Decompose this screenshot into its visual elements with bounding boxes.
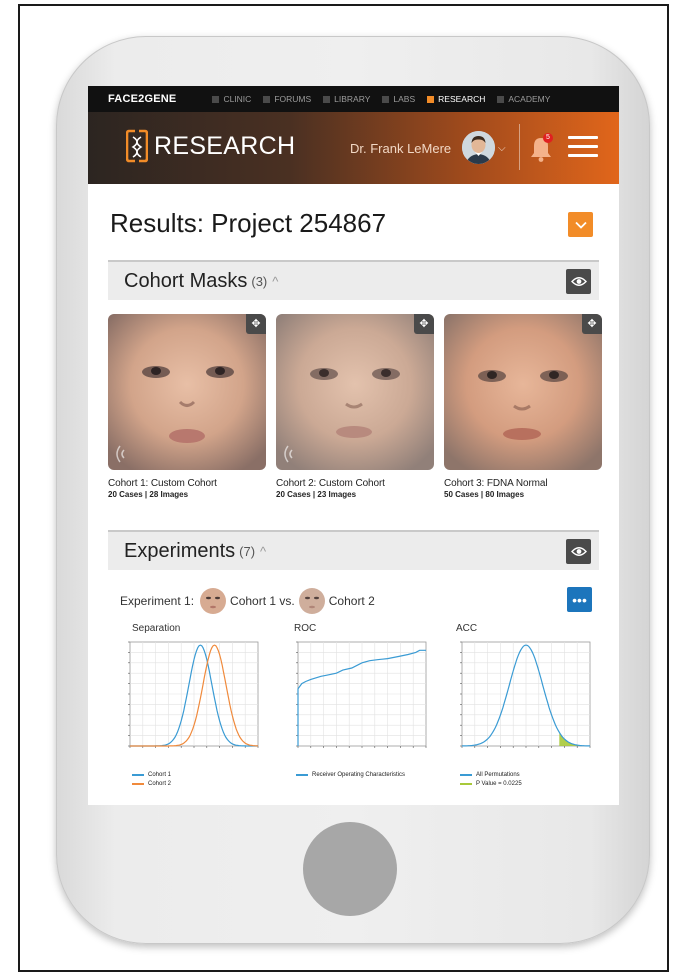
eye-toggle-button[interactable]: [566, 269, 591, 294]
nav-item-research[interactable]: RESEARCH: [427, 94, 485, 104]
header-divider: [519, 124, 520, 170]
chart-title: ACC: [456, 623, 478, 634]
legend-label: All Permutations: [476, 772, 520, 778]
nav-item-labs[interactable]: LABS: [382, 94, 415, 104]
legend-swatch: [296, 774, 308, 776]
move-icon[interactable]: ✥: [414, 314, 434, 334]
nav-label: LIBRARY: [334, 94, 371, 104]
cohort-masks-header[interactable]: Cohort Masks (3) ^: [108, 260, 599, 300]
acc-chart: [460, 641, 591, 748]
more-options-button[interactable]: •••: [567, 587, 592, 612]
legend-swatch: [132, 783, 144, 785]
project-dropdown-button[interactable]: [568, 212, 593, 237]
legend-item: Receiver Operating Characteristics: [296, 772, 405, 778]
cohort-thumbnail[interactable]: [200, 588, 227, 614]
cohort-meta: 20 Cases | 23 Images: [276, 490, 357, 499]
nav-item-academy[interactable]: ACADEMY: [497, 94, 550, 104]
nav-square-icon: [497, 95, 505, 103]
top-nav: FACE2GENE CLINIC FORUMS LIBRARY LABS RES…: [88, 86, 619, 112]
experiment-label: Experiment 1:: [120, 594, 195, 608]
move-icon[interactable]: ✥: [246, 314, 266, 334]
chevron-up-icon[interactable]: ^: [272, 274, 278, 289]
nav-square-icon: [382, 95, 390, 103]
avatar[interactable]: [462, 131, 495, 164]
cohort-name: Cohort 1: Custom Cohort: [108, 478, 217, 489]
cohort-card-1[interactable]: ✥ Cohort 1: Custom Cohort 20 Cases | 28 …: [108, 314, 266, 499]
cohort-name: Cohort 3: FDNA Normal: [444, 478, 548, 489]
face-thumbnail-image: [200, 588, 227, 614]
experiments-header[interactable]: Experiments (7) ^: [108, 530, 599, 570]
cohort-mask-image[interactable]: ✥: [444, 314, 602, 470]
cohort-thumbnail[interactable]: [298, 588, 325, 614]
move-icon[interactable]: ✥: [582, 314, 602, 334]
chart-title: ROC: [294, 623, 317, 634]
section-count: (7): [239, 543, 256, 559]
nav-square-icon: [212, 95, 220, 103]
home-button[interactable]: [303, 822, 397, 916]
legend-swatch: [132, 774, 144, 776]
page-title: Results: Project 254867: [110, 208, 387, 238]
brand-logo[interactable]: FACE2GENE: [108, 93, 176, 105]
nav-label: CLINIC: [223, 94, 252, 104]
research-logo-text: RESEARCH: [154, 132, 296, 160]
legend-item: All Permutations: [460, 772, 522, 778]
roc-legend: Receiver Operating Characteristics: [296, 772, 405, 781]
section-label: Cohort Masks: [124, 269, 248, 292]
doctor-name[interactable]: Dr. Frank LeMere: [350, 141, 451, 156]
eye-icon: [570, 277, 587, 286]
separation-legend: Cohort 1 Cohort 2: [132, 772, 171, 790]
cohort-mask-image[interactable]: ✥: [276, 314, 434, 470]
section-count: (3): [251, 273, 268, 289]
legend-item: Cohort 1: [132, 772, 171, 778]
legend-label: Cohort 2: [148, 781, 172, 787]
chevron-down-icon: [574, 221, 587, 229]
nav-square-icon: [263, 95, 271, 103]
nav-item-library[interactable]: LIBRARY: [323, 94, 370, 104]
cohort-meta: 20 Cases | 28 Images: [108, 490, 189, 499]
phone-screen: FACE2GENE CLINIC FORUMS LIBRARY LABS RES…: [88, 86, 619, 805]
cohort-meta: 50 Cases | 80 Images: [444, 490, 525, 499]
legend-item: Cohort 2: [132, 781, 171, 787]
cohort-name: Cohort 2: Custom Cohort: [276, 478, 385, 489]
cohort-card-3[interactable]: ✥ Cohort 3: FDNA Normal 50 Cases | 80 Im…: [444, 314, 602, 499]
avatar-photo: [462, 131, 495, 164]
nav-square-icon: [323, 95, 331, 103]
cohort-b-label: Cohort 2: [328, 594, 375, 608]
face-mask-image: [108, 314, 266, 470]
notification-badge: 5: [543, 133, 553, 143]
separation-chart: [128, 641, 259, 748]
legend-swatch: [460, 774, 472, 776]
chevron-down-icon[interactable]: ⌵: [498, 143, 506, 154]
eye-icon: [570, 547, 587, 556]
face2gene-logo-icon: [126, 129, 148, 163]
nav-label: LABS: [393, 94, 416, 104]
nav-label: RESEARCH: [438, 94, 486, 104]
nav-item-forums[interactable]: FORUMS: [263, 94, 311, 104]
legend-label: Receiver Operating Characteristics: [312, 772, 406, 778]
legend-item: P Value = 0.0225: [460, 781, 522, 787]
cohort-card-2[interactable]: ✥ Cohort 2: Custom Cohort 20 Cases | 23 …: [276, 314, 434, 499]
nav-label: ACADEMY: [508, 94, 551, 104]
chart-title: Separation: [132, 623, 181, 634]
legend-swatch: [460, 783, 472, 785]
face-thumbnail-image: [298, 588, 325, 614]
face-mask-image: [276, 314, 434, 470]
section-label: Experiments: [124, 539, 236, 562]
face-mask-image: [444, 314, 602, 470]
legend-label: Cohort 1: [148, 772, 172, 778]
roc-chart: [296, 641, 427, 748]
experiment-row: Experiment 1: Cohort 1 vs. Cohort 2: [120, 588, 595, 614]
eye-toggle-button[interactable]: [566, 539, 591, 564]
nav-item-clinic[interactable]: CLINIC: [212, 94, 251, 104]
legend-label: P Value = 0.0225: [476, 781, 522, 787]
cohort-mask-image[interactable]: ✥: [108, 314, 266, 470]
hamburger-menu-icon[interactable]: [568, 136, 598, 160]
acc-legend: All Permutations P Value = 0.0225: [460, 772, 522, 790]
research-header: RESEARCH Dr. Frank LeMere ⌵ 5: [88, 112, 619, 184]
chevron-up-icon[interactable]: ^: [260, 544, 266, 559]
cohort-a-label: Cohort 1 vs.: [230, 594, 295, 608]
nav-label: FORUMS: [274, 94, 312, 104]
nav-square-icon: [427, 95, 435, 103]
